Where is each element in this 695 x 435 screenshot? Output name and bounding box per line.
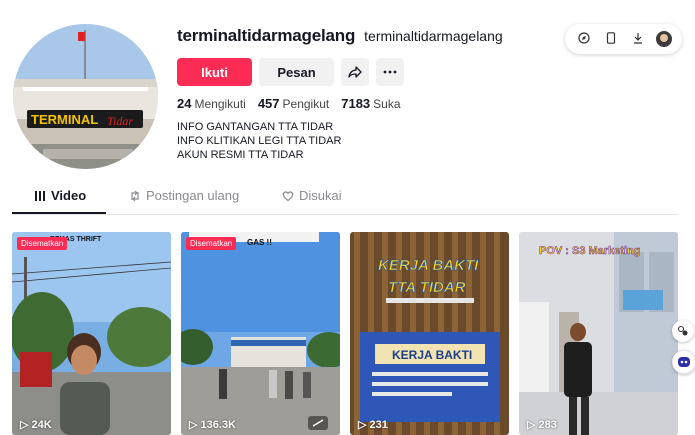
follow-button[interactable]: Ikuti [177,58,252,86]
switch-icon [677,325,688,336]
profile-avatar[interactable]: TERMINAL Tidar [13,24,158,169]
view-count: ▷ 136.3K [189,419,237,431]
profile-info: terminaltidarmagelang terminaltidarmagel… [177,26,503,162]
video-card[interactable]: POV : S3 Marketing ▷ 283 [519,232,678,435]
message-button[interactable]: Pesan [259,58,334,86]
svg-text:TTA TIDAR: TTA TIDAR [388,279,466,296]
video-card[interactable]: GAS !! Disematkan ▷ 136.3K [181,232,340,435]
profile-bio: INFO GANTANGAN TTA TIDAR INFO KLITIKAN L… [177,120,503,162]
stat-following[interactable]: 24 Mengikuti [177,96,246,111]
svg-text:GAS !!: GAS !! [247,238,272,247]
assistant-icon [678,357,690,367]
device-icon[interactable] [602,31,620,47]
avatar-image: TERMINAL Tidar [13,24,158,169]
stat-followers[interactable]: 457 Pengikut [258,96,329,111]
pinned-badge: Disematkan [17,237,68,250]
video-thumbnail: GAS !! [181,232,340,435]
pinned-badge: Disematkan [186,237,237,250]
stat-likes: 7183 Suka [341,96,401,111]
video-thumbnail: BEKAS THRIFT [12,232,171,435]
view-count: ▷ 24K [20,419,52,431]
heart-icon [282,191,294,202]
compass-icon[interactable] [575,31,593,47]
more-button[interactable] [376,58,404,86]
nickname: terminaltidarmagelang [364,28,503,44]
tab-repost[interactable]: Postingan ulang [129,188,239,214]
switch-view-button[interactable] [672,320,694,342]
view-count: ▷ 283 [527,419,557,431]
bio-line: AKUN RESMI TTA TIDAR [177,149,304,161]
bio-line: INFO GANTANGAN TTA TIDAR [177,121,334,133]
svg-text:KERJA BAKTI: KERJA BAKTI [392,348,472,362]
view-count: ▷ 231 [358,419,388,431]
username: terminaltidarmagelang [177,26,356,45]
video-thumbnail: POV : S3 Marketing [519,232,678,435]
share-button[interactable] [341,58,369,86]
video-thumbnail: KERJA BAKTI TTA TIDAR KERJA BAKTI [350,232,509,435]
svg-text:POV : S3 Marketing: POV : S3 Marketing [539,245,640,257]
tab-liked[interactable]: Disukai [282,188,342,214]
tab-video[interactable]: Video [34,188,86,214]
svg-text:Tidar: Tidar [107,114,133,128]
user-avatar-icon[interactable] [655,31,672,47]
active-tab-indicator [12,212,106,214]
more-icon [383,70,397,74]
top-actions-bar [565,24,682,54]
assistant-button[interactable] [672,350,695,374]
bio-line: INFO KLITIKAN LEGI TTA TIDAR [177,135,342,147]
avatar-sign: TERMINAL [31,112,98,127]
profile-stats: 24 Mengikuti 457 Pengikut 7183 Suka [177,96,503,111]
video-card[interactable]: BEKAS THRIFT Disematkan ▷ 24K [12,232,171,435]
repost-icon [131,190,139,202]
grid-icon [35,191,45,201]
profile-tabs: Video Postingan ulang Disukai [12,188,678,215]
share-icon [348,66,362,78]
download-icon[interactable] [629,32,647,47]
video-card[interactable]: KERJA BAKTI TTA TIDAR KERJA BAKTI ▷ 231 [350,232,509,435]
svg-text:KERJA BAKTI: KERJA BAKTI [378,257,479,274]
